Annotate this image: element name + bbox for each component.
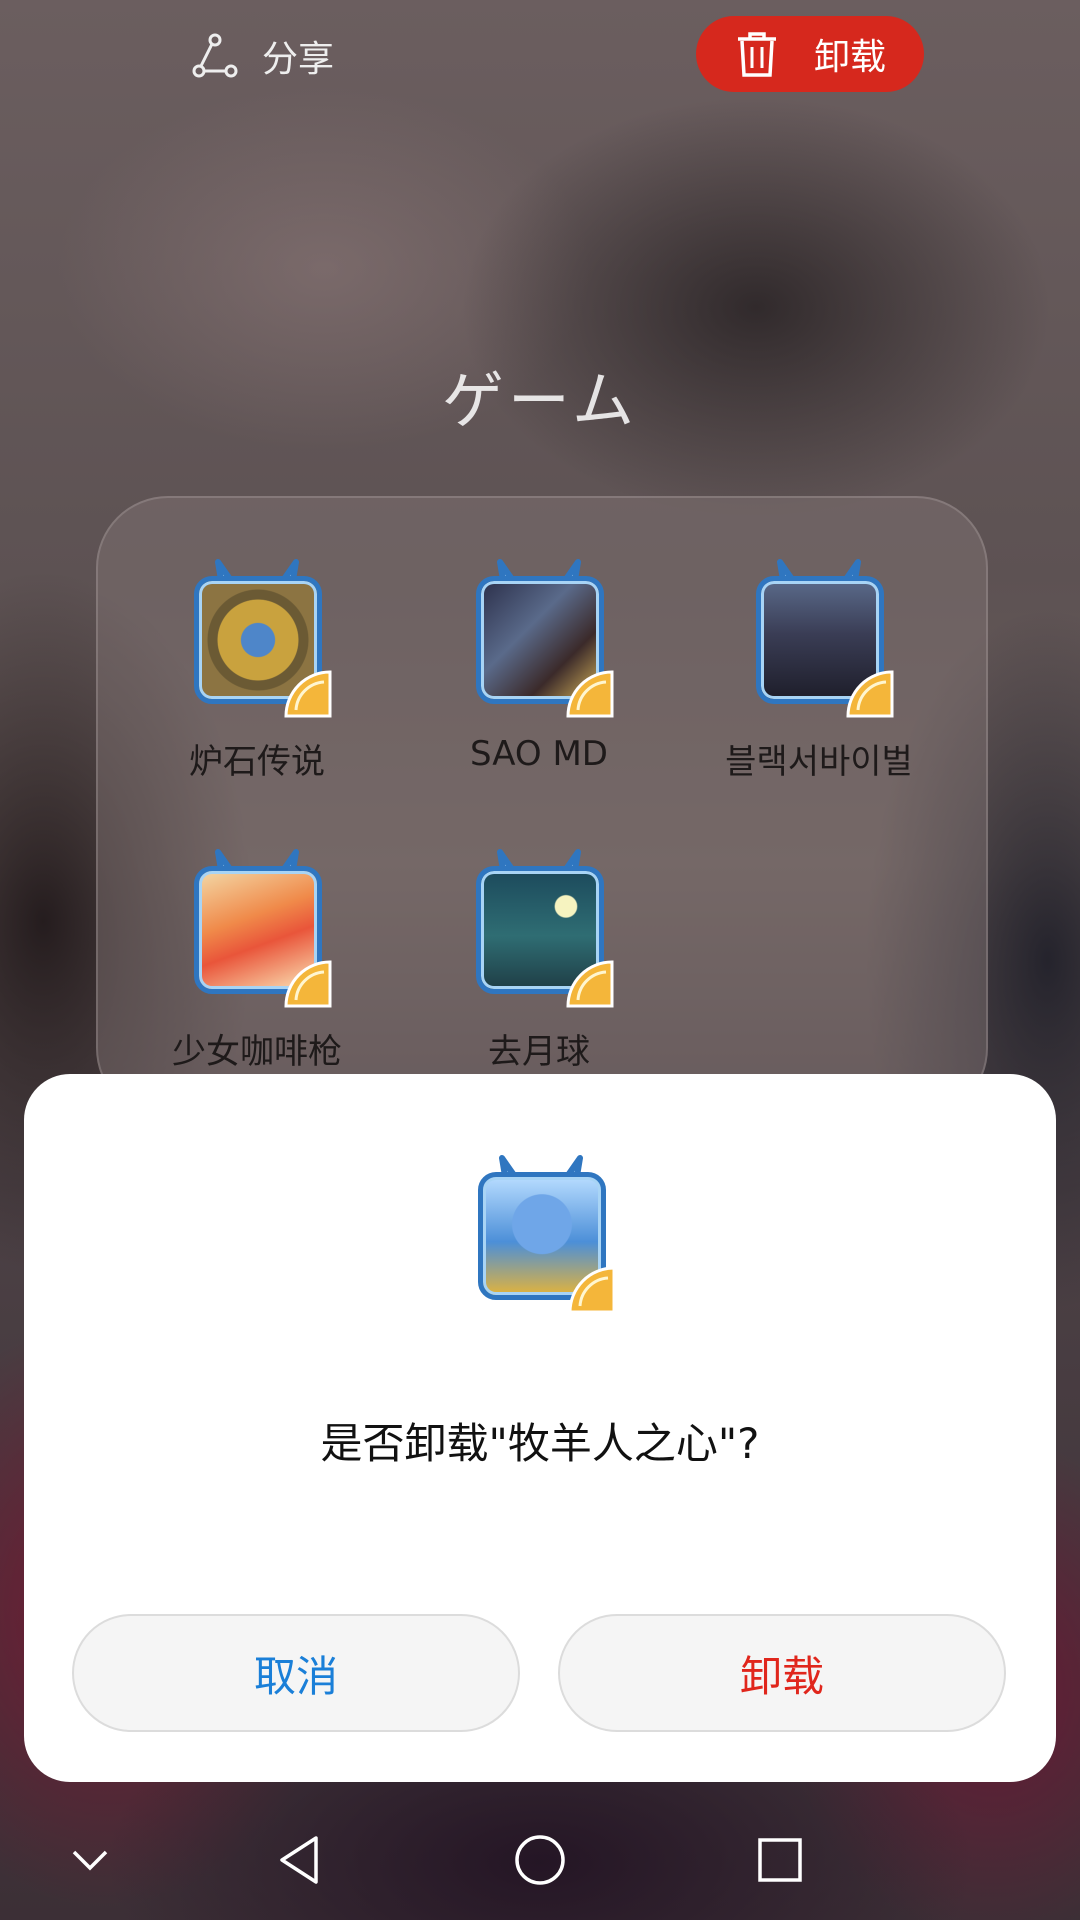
trash-icon — [738, 32, 776, 77]
home-screen: 分享 卸载 ゲーム 炉石传说 SAO MD 블랙서바이벌 少女咖啡枪 去月球 是… — [0, 0, 1080, 1920]
chevron-down-icon[interactable] — [60, 1830, 120, 1890]
app-label: 少女咖啡枪 — [172, 1032, 342, 1072]
lemon-badge-icon — [284, 960, 332, 1008]
app-hearthstone[interactable]: 炉石传说 — [132, 556, 382, 783]
lemon-badge-icon — [284, 670, 332, 718]
share-icon — [192, 33, 238, 78]
cancel-button[interactable]: 取消 — [72, 1614, 520, 1732]
folder-title[interactable]: ゲーム — [0, 350, 1080, 440]
back-icon[interactable] — [270, 1830, 330, 1890]
app-label: SAO MD — [470, 734, 608, 774]
navigation-bar — [0, 1800, 1080, 1920]
lemon-badge-icon — [846, 670, 894, 718]
confirm-uninstall-button[interactable]: 卸载 — [558, 1614, 1006, 1732]
app-label: 炉石传说 — [189, 742, 325, 782]
uninstall-top-button[interactable]: 卸载 — [696, 16, 924, 92]
uninstall-top-label: 卸载 — [814, 37, 887, 78]
app-to-the-moon[interactable]: 去月球 — [414, 846, 664, 1073]
recents-icon[interactable] — [750, 1830, 810, 1890]
share-button[interactable]: 分享 — [192, 28, 334, 84]
app-label: 去月球 — [488, 1032, 590, 1072]
lemon-badge-icon — [566, 670, 614, 718]
app-black-survival[interactable]: 블랙서바이벌 — [694, 556, 944, 783]
lemon-badge-icon — [566, 960, 614, 1008]
lemon-badge-icon — [568, 1266, 616, 1314]
app-sao-md[interactable]: SAO MD — [414, 556, 664, 774]
home-icon[interactable] — [510, 1830, 570, 1890]
uninstall-dialog: 是否卸载"牧羊人之心"? 取消 卸载 — [24, 1074, 1056, 1782]
dialog-app-icon-wrap — [466, 1152, 616, 1314]
dialog-message: 是否卸载"牧羊人之心"? — [320, 1419, 760, 1468]
app-label: 블랙서바이벌 — [725, 742, 913, 782]
share-label: 分享 — [262, 39, 335, 80]
app-girl-cafe-gun[interactable]: 少女咖啡枪 — [132, 846, 382, 1073]
